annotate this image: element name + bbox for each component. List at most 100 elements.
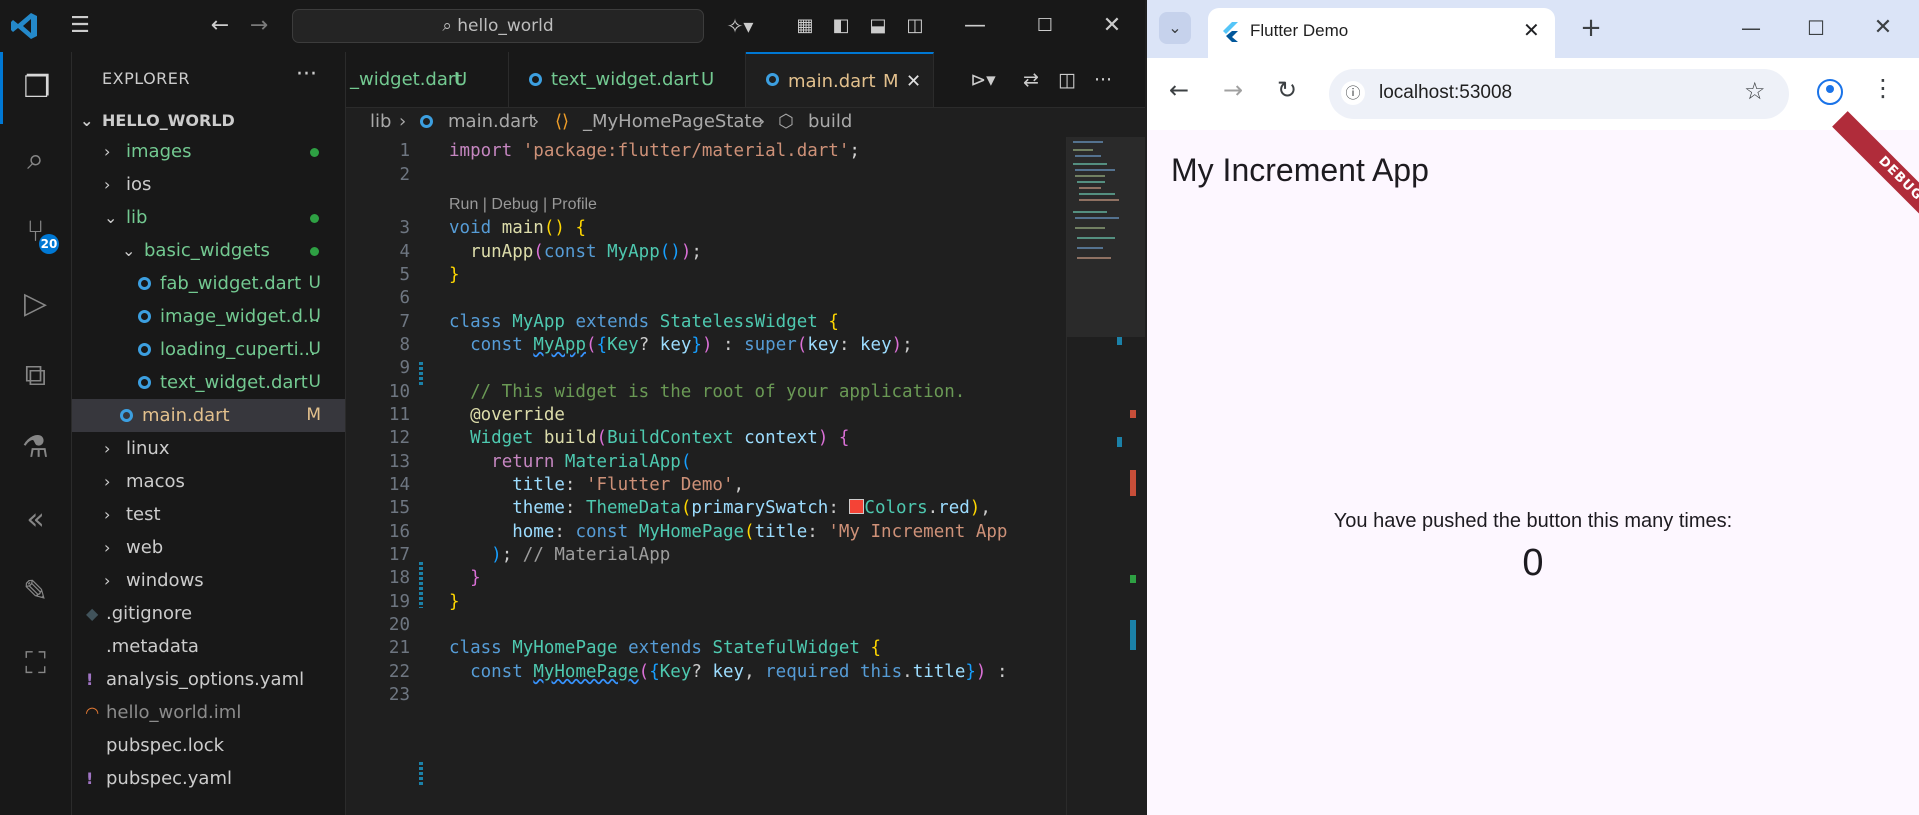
tree-item-label: windows — [126, 570, 204, 591]
codelens-run-debug-profile[interactable]: Run | Debug | Profile — [449, 196, 597, 214]
split-editor-icon[interactable]: ◫ — [1052, 54, 1082, 106]
tree-item-macos[interactable]: › macos — [72, 465, 345, 498]
tree-item-label: image_widget.d... — [160, 306, 321, 327]
minimize-icon[interactable]: — — [960, 0, 990, 52]
run-debug-menu-icon[interactable]: ⊳▾ — [963, 54, 1003, 106]
explorer-icon[interactable]: ❐ — [0, 52, 71, 124]
tree-item-windows[interactable]: › windows — [72, 564, 345, 597]
method-symbol-icon: ⬡ — [778, 111, 794, 132]
tree-item-image-widget-d-[interactable]: image_widget.d... U — [72, 300, 345, 333]
chrome-tab-flutter-demo[interactable]: Flutter Demo ✕ — [1208, 8, 1555, 58]
chrome-toolbar: ← → ↻ ⓘ localhost:53008 ☆ ⋮ — [1147, 58, 1919, 131]
compare-changes-icon[interactable]: ⇄ — [1016, 54, 1046, 106]
class-symbol-icon: ⟨⟩ — [555, 111, 570, 132]
line-number: 4 — [399, 242, 410, 262]
testing-icon[interactable]: ⚗ — [0, 412, 71, 484]
code-line: void main() { — [449, 218, 587, 238]
line-number: 22 — [388, 662, 410, 682]
close-window-icon[interactable]: ✕ — [1867, 12, 1899, 44]
address-bar[interactable]: ⓘ localhost:53008 ☆ — [1329, 69, 1789, 119]
tree-item-pubspec-lock[interactable]: pubspec.lock — [72, 729, 345, 762]
profile-avatar-icon[interactable] — [1817, 79, 1843, 105]
tab-search-icon[interactable]: ⌄ — [1159, 12, 1191, 44]
tab-text-widget[interactable]: text_widget.dart U — [509, 52, 746, 107]
customize-layout-icon[interactable]: ▦ — [790, 0, 820, 52]
copilot-icon[interactable]: ✧▾ — [720, 0, 760, 52]
code-line: title: 'Flutter Demo', — [512, 475, 745, 495]
maximize-icon[interactable]: ☐ — [1800, 12, 1832, 44]
toggle-sidebar-icon[interactable]: ◧ — [826, 0, 856, 52]
breadcrumb-lib[interactable]: lib — [370, 107, 391, 137]
tree-item-web[interactable]: › web — [72, 531, 345, 564]
code-line: @override — [470, 405, 565, 425]
command-center-search[interactable]: ⌕ hello_world — [292, 9, 704, 43]
tree-item--gitignore[interactable]: ◆ .gitignore — [72, 597, 345, 630]
tree-item-text-widget-dart[interactable]: text_widget.dart U — [72, 366, 345, 399]
bookmark-star-icon[interactable]: ☆ — [1744, 77, 1766, 105]
tree-item-loading-cuperti-[interactable]: loading_cuperti... U — [72, 333, 345, 366]
minimize-icon[interactable]: — — [1735, 12, 1767, 44]
title-bar: ☰ ← → ⌕ hello_world ✧▾ ▦ ◧ ⬓ ◫ — ☐ ✕ — [0, 0, 1145, 53]
tree-item-analysis-options-yaml[interactable]: ! analysis_options.yaml — [72, 663, 345, 696]
chevron-down-icon: ⌄ — [80, 111, 94, 130]
code-editor[interactable]: 1 2 3 4 5 6 7 8 9 10 11 12 13 14 15 16 17 18 19 20 21 22 23 Ru… — [346, 137, 1066, 815]
color-swatch-red[interactable] — [849, 499, 865, 514]
close-tab-icon[interactable]: ✕ — [906, 54, 921, 107]
new-tab-icon[interactable]: + — [1575, 12, 1607, 44]
chevron-right-icon: › — [399, 111, 407, 132]
tab-main-dart[interactable]: main.dart M ✕ — [746, 52, 934, 107]
chrome-menu-icon[interactable]: ⋮ — [1871, 74, 1895, 102]
reload-icon[interactable]: ↻ — [1271, 76, 1303, 104]
git-file-icon: ◆ — [86, 604, 99, 623]
breadcrumb-method[interactable]: build — [808, 107, 852, 137]
code-line: home: const MyHomePage(title: 'My Increm… — [512, 522, 1008, 542]
forward-arrow-icon[interactable]: → — [244, 0, 274, 52]
tree-item-label: .gitignore — [106, 603, 193, 624]
tree-item-hello-world-iml[interactable]: ◠ hello_world.iml — [72, 696, 345, 729]
toggle-secondary-sidebar-icon[interactable]: ◫ — [900, 0, 930, 52]
source-control-icon[interactable]: ⑂ 20 — [0, 196, 71, 268]
tree-item-label: loading_cuperti... — [160, 339, 316, 360]
breadcrumb-file[interactable]: main.dart — [448, 107, 536, 137]
editor-tabs: _widget.dart U text_widget.dart U main.d… — [346, 52, 1145, 108]
forward-arrow-icon[interactable]: → — [1217, 76, 1249, 104]
site-info-icon[interactable]: ⓘ — [1341, 81, 1365, 105]
edit-pen-icon[interactable]: ✎ — [0, 556, 71, 628]
close-tab-icon[interactable]: ✕ — [1523, 18, 1540, 42]
breadcrumb-class[interactable]: _MyHomePageState — [583, 107, 763, 137]
project-root[interactable]: ⌄ HELLO_WORLD — [72, 109, 345, 133]
tree-item-ios[interactable]: › ios — [72, 168, 345, 201]
search-view-icon[interactable]: ⌕ — [0, 124, 71, 196]
tree-item-linux[interactable]: › linux — [72, 432, 345, 465]
tree-item-label: pubspec.lock — [106, 735, 225, 756]
tree-item-main-dart[interactable]: main.dart M — [72, 399, 345, 432]
tree-item-pubspec-yaml[interactable]: ! pubspec.yaml — [72, 762, 345, 795]
flutter-icon[interactable]: « — [0, 484, 71, 556]
minimap-preview — [1067, 137, 1128, 337]
tab-fab-widget[interactable]: _widget.dart U — [346, 52, 509, 107]
extensions-icon[interactable]: ⧉ — [0, 340, 71, 412]
editor-scrollbar[interactable] — [1127, 137, 1145, 337]
git-status-badge: U — [308, 339, 321, 359]
tree-item-test[interactable]: › test — [72, 498, 345, 531]
back-arrow-icon[interactable]: ← — [205, 0, 235, 52]
maximize-icon[interactable]: ☐ — [1030, 0, 1060, 52]
tree-item-images[interactable]: › images — [72, 135, 345, 168]
line-number: 1 — [399, 141, 410, 161]
close-window-icon[interactable]: ✕ — [1097, 0, 1127, 52]
tree-item-lib[interactable]: ⌄ lib — [72, 201, 345, 234]
tree-item--metadata[interactable]: .metadata — [72, 630, 345, 663]
tab-title: Flutter Demo — [1250, 21, 1349, 40]
menu-icon[interactable]: ☰ — [62, 0, 98, 52]
dart-file-icon — [120, 409, 133, 422]
back-arrow-icon[interactable]: ← — [1163, 76, 1195, 104]
more-actions-icon[interactable]: ··· — [296, 62, 317, 87]
toggle-panel-icon[interactable]: ⬓ — [863, 0, 893, 52]
tree-item-fab-widget-dart[interactable]: fab_widget.dart U — [72, 267, 345, 300]
minimap[interactable] — [1066, 137, 1128, 815]
tree-item-basic-widgets[interactable]: ⌄ basic_widgets — [72, 234, 345, 267]
editor-more-icon[interactable]: ··· — [1088, 54, 1118, 106]
remote-explorer-icon[interactable]: ⛶ — [0, 628, 71, 700]
chevron-right-icon: › — [104, 439, 111, 458]
run-debug-icon[interactable]: ▷ — [0, 268, 71, 340]
